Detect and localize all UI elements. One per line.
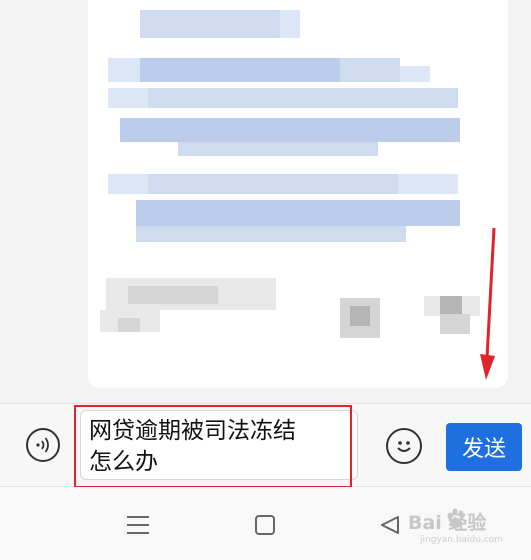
send-button[interactable]: 发送 — [446, 423, 522, 471]
watermark-url: jingyan.baidu.com — [420, 535, 504, 545]
chat-input-bar: 网贷逾期被司法冻结 怎么办 发送 — [0, 403, 531, 488]
nav-back-button[interactable] — [372, 507, 408, 543]
message-text-line-2: 怎么办 — [89, 449, 158, 475]
scroll-down-arrow-annotation — [480, 227, 496, 380]
message-text-line-1: 网贷逾期被司法冻结 — [89, 418, 296, 444]
menu-lines-icon — [127, 516, 149, 534]
voice-input-button[interactable] — [26, 428, 60, 462]
blurred-message-bubble — [88, 0, 508, 388]
smiley-face-icon — [397, 441, 411, 452]
voice-wave-icon — [36, 437, 49, 453]
message-area — [0, 0, 531, 403]
nav-home-button[interactable] — [247, 507, 283, 543]
message-input-field[interactable]: 网贷逾期被司法冻结 怎么办 — [80, 410, 358, 480]
square-home-icon — [255, 515, 275, 535]
paw-logo-icon — [447, 508, 464, 528]
nav-menu-button[interactable] — [120, 507, 156, 543]
triangle-back-icon — [381, 516, 399, 534]
emoji-button[interactable] — [386, 428, 422, 464]
